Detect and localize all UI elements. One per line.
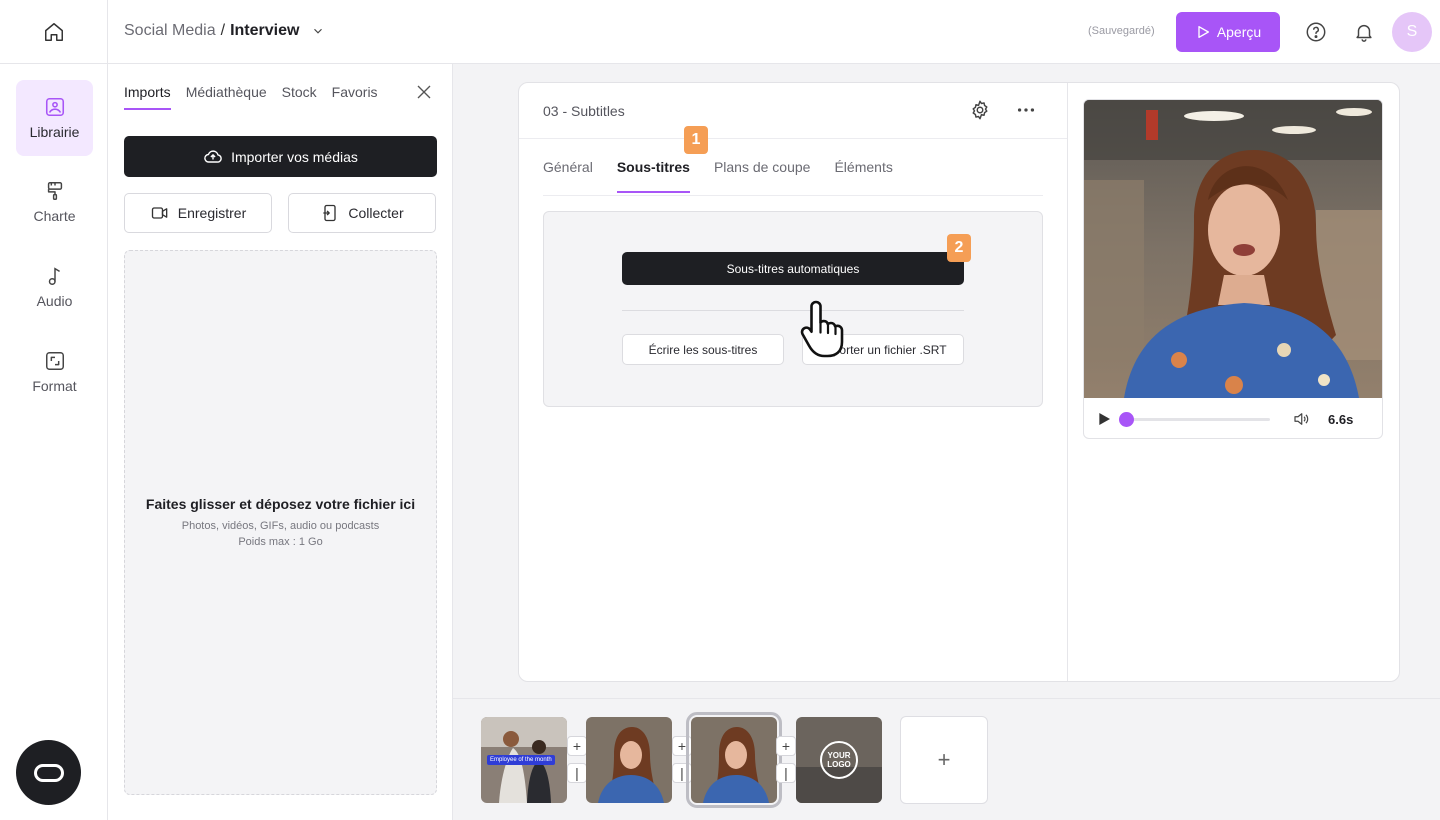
breadcrumb-current: Interview bbox=[230, 22, 300, 39]
rail-item-label: Format bbox=[32, 378, 77, 394]
phone-collect-icon bbox=[323, 204, 337, 222]
top-bar: Social Media / Interview (Sauvegardé) Ap… bbox=[0, 0, 1440, 64]
file-dropzone[interactable]: Faites glisser et déposez votre fichier … bbox=[124, 250, 437, 795]
editor-divider bbox=[1067, 83, 1068, 681]
gear-icon bbox=[972, 100, 988, 120]
interview-scene-image bbox=[1084, 100, 1382, 398]
clip-overlay-text: Employee of the month bbox=[487, 755, 555, 765]
tab-cutaways[interactable]: Plans de coupe bbox=[714, 159, 811, 193]
timeline-clip-3[interactable] bbox=[686, 712, 782, 808]
help-button[interactable] bbox=[1302, 18, 1330, 46]
progress-knob[interactable] bbox=[1118, 411, 1134, 427]
tab-favoris[interactable]: Favoris bbox=[332, 84, 378, 110]
chevron-down-icon[interactable] bbox=[311, 24, 325, 38]
breadcrumb-parent[interactable]: Social Media bbox=[124, 22, 216, 40]
auto-subtitles-button[interactable]: Sous-titres automatiques bbox=[622, 252, 964, 285]
clip-3-image bbox=[691, 717, 777, 803]
record-label: Enregistrer bbox=[177, 205, 247, 221]
resize-icon bbox=[45, 352, 64, 370]
clip-2-image bbox=[586, 717, 672, 803]
preview-button-label: Aperçu bbox=[1216, 24, 1262, 40]
split-scene-button[interactable]: | bbox=[672, 763, 692, 783]
library-panel: Imports Médiathèque Stock Favoris Import… bbox=[108, 64, 453, 820]
step-badge-1: 1 bbox=[684, 126, 708, 154]
more-horizontal-icon bbox=[1017, 108, 1035, 112]
import-media-label: Importer vos médias bbox=[231, 148, 358, 165]
insert-scene-button[interactable]: + bbox=[567, 736, 587, 756]
hand-pointer-icon bbox=[800, 300, 844, 358]
bell-icon bbox=[1356, 24, 1372, 42]
video-camera-icon bbox=[151, 207, 168, 219]
rail-item-charte[interactable]: Charte bbox=[16, 164, 93, 240]
timeline-clip-1[interactable]: Employee of the month bbox=[481, 717, 567, 803]
breadcrumb[interactable]: Social Media / Interview bbox=[124, 22, 325, 40]
progress-track[interactable] bbox=[1118, 411, 1270, 427]
collect-label: Collecter bbox=[348, 205, 404, 221]
scene-title: 03 - Subtitles bbox=[543, 103, 625, 119]
home-icon bbox=[44, 23, 63, 41]
video-frame[interactable] bbox=[1084, 100, 1382, 398]
rail-item-librairie[interactable]: Librairie bbox=[16, 80, 93, 156]
home-button[interactable] bbox=[0, 0, 108, 64]
header-divider bbox=[519, 138, 1067, 139]
close-icon bbox=[417, 85, 431, 99]
rail-item-label: Librairie bbox=[29, 124, 80, 140]
timeline-clip-4[interactable]: YOUR LOGO bbox=[796, 717, 882, 803]
scene-timeline: Employee of the month + | + | + | YOUR L… bbox=[453, 698, 1440, 820]
video-duration: 6.6s bbox=[1328, 411, 1354, 427]
split-scene-button[interactable]: | bbox=[567, 763, 587, 783]
write-subtitles-button[interactable]: Écrire les sous-titres bbox=[622, 334, 784, 365]
dropzone-types: Photos, vidéos, GIFs, audio ou podcasts bbox=[181, 519, 380, 532]
left-rail: Librairie Charte Audio Format bbox=[0, 64, 108, 820]
tab-elements[interactable]: Éléments bbox=[834, 159, 892, 193]
clip-logo-placeholder: YOUR LOGO bbox=[820, 741, 858, 779]
scene-editor: 03 - Subtitles Général Sous-titres Plans… bbox=[518, 82, 1400, 682]
help-icon bbox=[1306, 22, 1326, 42]
add-scene-button[interactable]: + bbox=[900, 716, 988, 804]
rail-item-label: Charte bbox=[33, 208, 76, 224]
image-icon bbox=[45, 97, 64, 117]
chat-icon bbox=[33, 763, 64, 782]
step-badge-2: 2 bbox=[947, 234, 971, 262]
scene-more-button[interactable] bbox=[1015, 99, 1037, 126]
music-note-icon bbox=[48, 267, 60, 285]
timeline-clip-2[interactable] bbox=[586, 717, 672, 803]
library-tabs: Imports Médiathèque Stock Favoris bbox=[124, 84, 378, 110]
tab-imports[interactable]: Imports bbox=[124, 84, 171, 110]
editor-tabs: Général Sous-titres Plans de coupe Éléme… bbox=[543, 159, 893, 193]
options-divider bbox=[622, 310, 964, 311]
tab-mediatheque[interactable]: Médiathèque bbox=[186, 84, 267, 110]
rail-item-audio[interactable]: Audio bbox=[16, 249, 93, 325]
split-scene-button[interactable]: | bbox=[776, 763, 796, 783]
chat-button[interactable] bbox=[16, 740, 81, 805]
save-status: (Sauvegardé) bbox=[1088, 25, 1155, 37]
preview-button[interactable]: Aperçu bbox=[1176, 12, 1280, 52]
cloud-upload-icon bbox=[204, 149, 222, 163]
import-media-button[interactable]: Importer vos médias bbox=[124, 136, 437, 177]
tab-stock[interactable]: Stock bbox=[282, 84, 317, 110]
dropzone-limit: Poids max : 1 Go bbox=[238, 535, 323, 548]
insert-scene-button[interactable]: + bbox=[776, 736, 796, 756]
insert-scene-button[interactable]: + bbox=[672, 736, 692, 756]
paint-roller-icon bbox=[47, 182, 62, 200]
tab-general[interactable]: Général bbox=[543, 159, 593, 193]
tab-subtitles[interactable]: Sous-titres bbox=[616, 159, 691, 193]
rail-item-label: Audio bbox=[36, 293, 73, 309]
close-panel-button[interactable] bbox=[414, 82, 434, 102]
volume-icon[interactable] bbox=[1292, 410, 1310, 428]
tabs-divider bbox=[543, 195, 1043, 196]
breadcrumb-separator: / bbox=[220, 22, 226, 39]
rail-item-format[interactable]: Format bbox=[16, 334, 93, 410]
subtitles-options-card: Sous-titres automatiques 2 Écrire les so… bbox=[543, 211, 1043, 407]
notifications-button[interactable] bbox=[1350, 18, 1378, 46]
scene-settings-button[interactable] bbox=[969, 99, 991, 126]
video-preview: 6.6s bbox=[1083, 99, 1383, 439]
record-button[interactable]: Enregistrer bbox=[124, 193, 272, 233]
avatar[interactable]: S bbox=[1392, 12, 1432, 52]
collect-button[interactable]: Collecter bbox=[288, 193, 436, 233]
dropzone-title: Faites glisser et déposez votre fichier … bbox=[145, 495, 416, 512]
player-controls: 6.6s bbox=[1084, 398, 1382, 438]
play-icon[interactable] bbox=[1096, 411, 1112, 427]
play-outline-icon bbox=[1198, 26, 1209, 38]
